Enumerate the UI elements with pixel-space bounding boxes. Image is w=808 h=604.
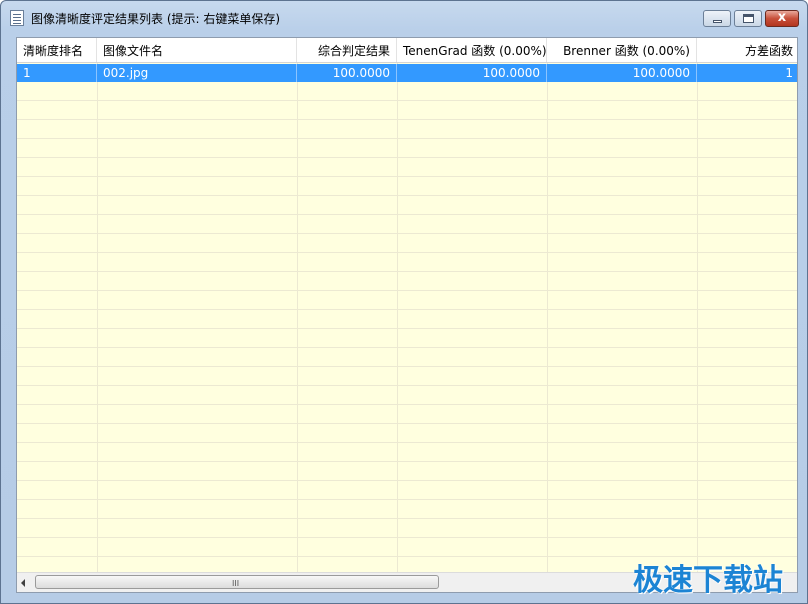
close-button[interactable]: x [765, 10, 799, 27]
minimize-icon [713, 20, 722, 23]
list-header: 清晰度排名 图像文件名 综合判定结果 TenenGrad 函数 (0.00%) … [17, 38, 797, 63]
scroll-left-arrow-icon[interactable] [21, 579, 25, 587]
scrollbar-thumb[interactable]: III [35, 575, 439, 589]
cell-filename: 002.jpg [97, 64, 297, 82]
column-header-variance[interactable]: 方差函数 [697, 38, 797, 62]
table-row[interactable]: 1 002.jpg 100.0000 100.0000 100.0000 1 [17, 64, 797, 82]
cell-brenner: 100.0000 [547, 64, 697, 82]
cell-variance: 1 [785, 66, 793, 80]
title-bar[interactable]: 图像清晰度评定结果列表 (提示: 右键菜单保存) x [1, 1, 807, 35]
column-header-tenengrad[interactable]: TenenGrad 函数 (0.00%) [397, 38, 547, 62]
column-header-overall-result[interactable]: 综合判定结果 [297, 38, 397, 62]
window-title: 图像清晰度评定结果列表 (提示: 右键菜单保存) [31, 12, 281, 26]
list-body[interactable] [17, 63, 797, 572]
column-divider [397, 63, 398, 572]
cell-overall-result: 100.0000 [297, 64, 397, 82]
results-list[interactable]: 清晰度排名 图像文件名 综合判定结果 TenenGrad 函数 (0.00%) … [16, 37, 798, 593]
maximize-icon [743, 14, 754, 23]
close-icon: x [777, 10, 787, 25]
column-divider [547, 63, 548, 572]
results-window: 图像清晰度评定结果列表 (提示: 右键菜单保存) x 清晰度排名 图像文件名 综… [0, 0, 808, 604]
column-divider [297, 63, 298, 572]
column-divider [97, 63, 98, 572]
scrollbar-grip: III [232, 579, 240, 588]
minimize-button[interactable] [703, 10, 731, 27]
column-header-brenner[interactable]: Brenner 函数 (0.00%) [547, 38, 697, 62]
column-header-rank[interactable]: 清晰度排名 [17, 38, 97, 62]
maximize-button[interactable] [734, 10, 762, 27]
watermark-logo: 极速下载站 [633, 563, 783, 598]
cell-tenengrad: 100.0000 [397, 64, 547, 82]
column-header-filename[interactable]: 图像文件名 [97, 38, 297, 62]
cell-rank: 1 [17, 64, 97, 82]
column-divider [697, 63, 698, 572]
list-window-icon [10, 10, 24, 26]
